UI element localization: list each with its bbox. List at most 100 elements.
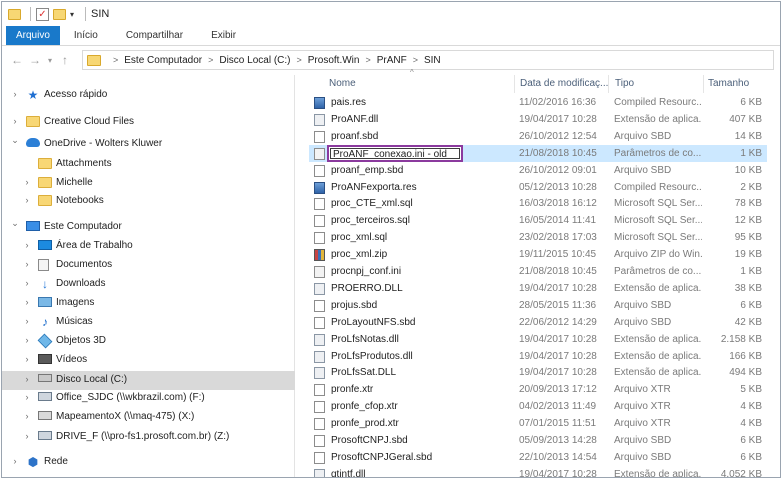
file-row[interactable]: ProLayoutNFS.sbd 22/06/2012 14:29 Arquivo … [309, 314, 767, 331]
address-bar[interactable]: > Este Computador > Disco Local (C:) > P… [82, 50, 774, 70]
nav-item[interactable]: › Michelle [2, 174, 295, 193]
chevron-right-icon[interactable]: > [413, 55, 418, 65]
file-size: 6 KB [740, 451, 762, 463]
nav-item[interactable]: › Área de Trabalho [2, 237, 295, 256]
breadcrumb-prosoft-win[interactable]: Prosoft.Win [308, 55, 360, 66]
tab-inicio[interactable]: Início [60, 26, 112, 45]
up-arrow-icon[interactable]: ↑ [56, 53, 74, 67]
file-row[interactable]: ProANFexporta.res 05/12/2013 10:28 Compile… [309, 179, 767, 196]
file-row[interactable]: ProsoftCNPJ.sbd 05/09/2013 14:28 Arquivo S… [309, 432, 767, 449]
chevron-right-icon[interactable]: › [22, 278, 32, 288]
chevron-right-icon[interactable]: › [22, 316, 32, 326]
chevron-right-icon[interactable]: > [208, 55, 213, 65]
breadcrumb-sin[interactable]: SIN [424, 55, 441, 66]
nav-item[interactable]: › Documentos [2, 256, 295, 275]
chevron-right-icon[interactable]: › [22, 374, 32, 384]
chevron-right-icon[interactable]: › [22, 411, 32, 421]
file-row[interactable]: proanf.sbd 26/10/2012 12:54 Arquivo SBD 14 … [309, 128, 767, 145]
breadcrumb-disco-local[interactable]: Disco Local (C:) [219, 55, 290, 66]
file-row[interactable]: proc_xml.zip 19/11/2015 10:45 Arquivo ZIP … [309, 246, 767, 263]
column-divider[interactable] [608, 75, 609, 93]
chevron-right-icon[interactable]: › [22, 177, 32, 187]
file-row[interactable]: pronfe_cfop.xtr 04/02/2013 11:49 Arquivo X… [309, 398, 767, 415]
nav-item[interactable]: › Objetos 3D [2, 332, 295, 351]
file-size: 1 KB [740, 266, 762, 277]
nav-item[interactable]: › Imagens [2, 294, 295, 313]
column-divider[interactable] [703, 75, 704, 93]
chevron-down-icon[interactable]: ⌄ [10, 135, 20, 146]
breadcrumb-pranf[interactable]: PrANF [377, 55, 407, 66]
nav-item[interactable]: › ★ Acesso rápido [2, 86, 295, 105]
back-arrow-icon[interactable]: ← [8, 53, 26, 67]
chevron-right-icon[interactable]: > [297, 55, 302, 65]
column-divider[interactable] [514, 75, 515, 93]
nav-item[interactable]: › Vídeos [2, 351, 295, 370]
file-row[interactable]: proc_xml.sql 23/02/2018 17:03 Microsoft SQ… [309, 229, 767, 246]
file-row[interactable]: ProANF.dll 19/04/2017 10:28 Extensão de ap… [309, 111, 767, 128]
nav-item[interactable]: › ↓ Downloads [2, 275, 295, 294]
properties-check-icon[interactable]: ✓ [36, 7, 49, 21]
dll-file-icon [314, 333, 325, 346]
file-row[interactable]: pronfe.xtr 20/09/2013 17:12 Arquivo XTR 5 K… [309, 381, 767, 398]
tab-exibir[interactable]: Exibir [197, 26, 250, 45]
chevron-right-icon[interactable]: › [22, 335, 32, 345]
file-date: 26/10/2012 12:54 [519, 130, 597, 142]
file-row[interactable]: PROERRO.DLL 19/04/2017 10:28 Extensão de a… [309, 280, 767, 297]
tab-compartilhar[interactable]: Compartilhar [112, 26, 197, 45]
chevron-right-icon[interactable]: › [22, 354, 32, 364]
chevron-right-icon[interactable]: › [10, 456, 20, 466]
forward-arrow-icon[interactable]: → [26, 53, 44, 67]
nav-item[interactable]: › ♪ Músicas [2, 313, 295, 332]
nav-item[interactable]: › ⬢ Rede [2, 453, 295, 472]
nav-item[interactable]: › MapeamentoX (\\maq-475) (X:) [2, 408, 295, 427]
file-type: Compiled Resourc... [614, 181, 702, 193]
breadcrumb-este-computador[interactable]: Este Computador [124, 55, 202, 66]
column-header-size[interactable]: Tamanho [708, 78, 749, 89]
file-row[interactable]: qtintf.dll 19/04/2017 10:28 Extensão de ap… [309, 466, 767, 477]
file-row[interactable]: proc_CTE_xml.sql 16/03/2018 16:12 Microsof… [309, 195, 767, 212]
nav-item[interactable]: Attachments [2, 155, 295, 174]
chevron-right-icon[interactable]: › [22, 392, 32, 402]
chevron-right-icon[interactable]: › [22, 240, 32, 250]
chevron-right-icon[interactable]: > [113, 55, 118, 65]
chevron-right-icon[interactable]: > [365, 55, 370, 65]
file-name: pronfe.xtr [331, 384, 374, 396]
chevron-right-icon[interactable]: › [22, 297, 32, 307]
rename-input-text[interactable]: ProANF_conexao.ini - old [330, 147, 460, 159]
column-header-date[interactable]: Data de modificaç... [520, 78, 608, 89]
file-row[interactable]: projus.sbd 28/05/2015 11:36 Arquivo SBD 6 K… [309, 297, 767, 314]
chevron-right-icon[interactable]: › [22, 259, 32, 269]
chevron-down-icon[interactable]: ⌄ [10, 218, 20, 229]
file-name: ProANF.dll [331, 113, 379, 125]
folder-icon [38, 195, 52, 206]
chevron-right-icon[interactable]: › [22, 195, 32, 205]
nav-item[interactable]: › Disco Local (C:) [2, 371, 295, 390]
column-header-type[interactable]: Tipo [615, 78, 634, 89]
nav-item[interactable]: › DRIVE_F (\\pro-fs1.prosoft.com.br) (Z:) [2, 428, 295, 447]
file-row[interactable]: ProANF_conexao.ini - old 21/08/2018 10:45… [309, 144, 767, 162]
file-type: Microsoft SQL Ser... [614, 215, 702, 227]
nav-item[interactable]: › Office_SJDC (\\wkbrazil.com) (F:) [2, 389, 295, 408]
file-row[interactable]: ProLfsNotas.dll 19/04/2017 10:28 Extensão … [309, 331, 767, 348]
file-row[interactable]: ProLfsProdutos.dll 19/04/2017 10:28 Extens… [309, 348, 767, 365]
file-row[interactable]: procnpj_conf.ini 21/08/2018 10:45 Parâmetr… [309, 263, 767, 280]
nav-item[interactable]: ⌄ Este Computador [2, 218, 295, 237]
rename-input[interactable]: ProANF_conexao.ini - old [327, 144, 463, 162]
file-row[interactable]: proanf_emp.sbd 26/10/2012 09:01 Arquivo SB… [309, 162, 767, 179]
chevron-right-icon[interactable]: › [10, 116, 20, 126]
column-header-name[interactable]: Nome [329, 78, 356, 89]
tab-arquivo[interactable]: Arquivo [6, 26, 60, 45]
file-row[interactable]: pais.res 11/02/2016 16:36 Compiled Resourc… [309, 94, 767, 111]
file-row[interactable]: ProLfsSat.DLL 19/04/2017 10:28 Extensão de… [309, 364, 767, 381]
nav-item[interactable]: › Creative Cloud Files [2, 113, 295, 132]
chevron-right-icon[interactable]: › [10, 89, 20, 99]
nav-item[interactable]: ⌄ OneDrive - Wolters Kluwer [2, 135, 295, 154]
customize-toolbar-chevron-icon[interactable]: ▾ [70, 10, 74, 19]
nav-item[interactable]: › Notebooks [2, 192, 295, 211]
chevron-right-icon[interactable]: › [22, 431, 32, 441]
file-row[interactable]: pronfe_prod.xtr 07/01/2015 11:51 Arquivo X… [309, 415, 767, 432]
recent-locations-chevron-icon[interactable]: ▾ [44, 56, 56, 65]
new-folder-icon[interactable] [53, 8, 66, 20]
file-row[interactable]: proc_terceiros.sql 16/05/2014 11:41 Micros… [309, 212, 767, 229]
file-row[interactable]: ProsoftCNPJGeral.sbd 22/10/2013 14:54 Arqu… [309, 449, 767, 466]
